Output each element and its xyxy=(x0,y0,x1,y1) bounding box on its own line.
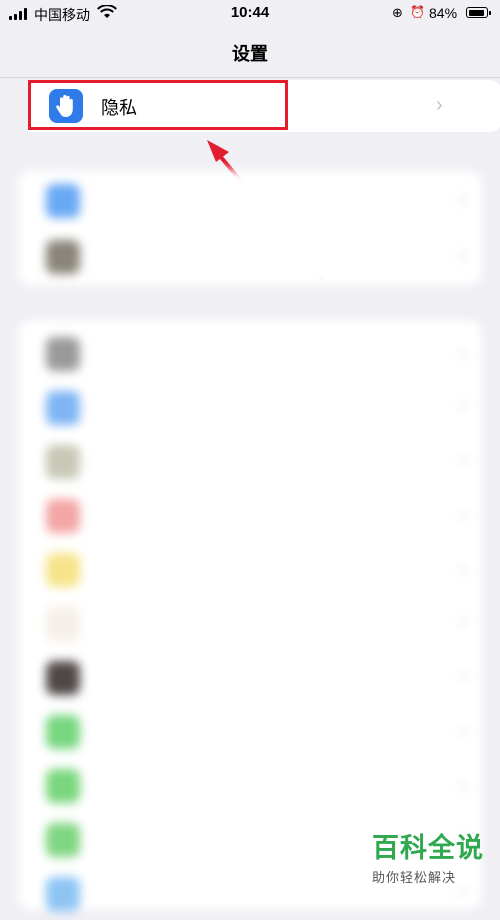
chevron-right-icon: › xyxy=(460,774,466,794)
chevron-right-icon: › xyxy=(460,504,466,524)
settings-row[interactable]: › xyxy=(18,434,482,488)
settings-row[interactable]: › xyxy=(18,380,482,434)
app-icon xyxy=(46,877,80,911)
app-icon xyxy=(46,337,80,371)
app-icon xyxy=(46,445,80,479)
app-icon xyxy=(46,499,80,533)
app-icon xyxy=(46,661,80,695)
settings-row[interactable]: › xyxy=(18,650,482,704)
settings-row[interactable]: › xyxy=(18,542,482,596)
settings-row[interactable]: › xyxy=(18,488,482,542)
settings-group: › › › › › › › › › › › xyxy=(18,320,482,911)
watermark-title: 百科全说 xyxy=(372,833,484,863)
app-icon xyxy=(46,240,80,274)
settings-row[interactable]: › xyxy=(18,173,482,227)
settings-row[interactable]: › xyxy=(18,326,482,380)
settings-row[interactable]: › xyxy=(18,758,482,812)
settings-row[interactable]: › xyxy=(18,229,482,283)
chevron-right-icon: › xyxy=(460,189,466,209)
app-icon xyxy=(46,184,80,218)
chevron-right-icon: › xyxy=(460,612,466,632)
settings-row[interactable]: › xyxy=(18,704,482,758)
app-icon xyxy=(46,769,80,803)
app-icon xyxy=(46,607,80,641)
watermark-subtitle: 助你轻松解决 xyxy=(372,870,457,885)
chevron-right-icon: › xyxy=(460,666,466,686)
app-icon xyxy=(46,823,80,857)
chevron-right-icon: › xyxy=(460,558,466,578)
chevron-right-icon: › xyxy=(460,450,466,470)
settings-group: › › xyxy=(18,170,482,286)
chevron-right-icon: › xyxy=(460,720,466,740)
chevron-right-icon: › xyxy=(460,342,466,362)
watermark: 百科全说 助你轻松解决 xyxy=(372,826,484,886)
chevron-right-icon: › xyxy=(460,245,466,265)
settings-row[interactable]: › xyxy=(18,596,482,650)
chevron-right-icon: › xyxy=(460,396,466,416)
app-icon xyxy=(46,715,80,749)
app-icon xyxy=(46,553,80,587)
app-icon xyxy=(46,391,80,425)
